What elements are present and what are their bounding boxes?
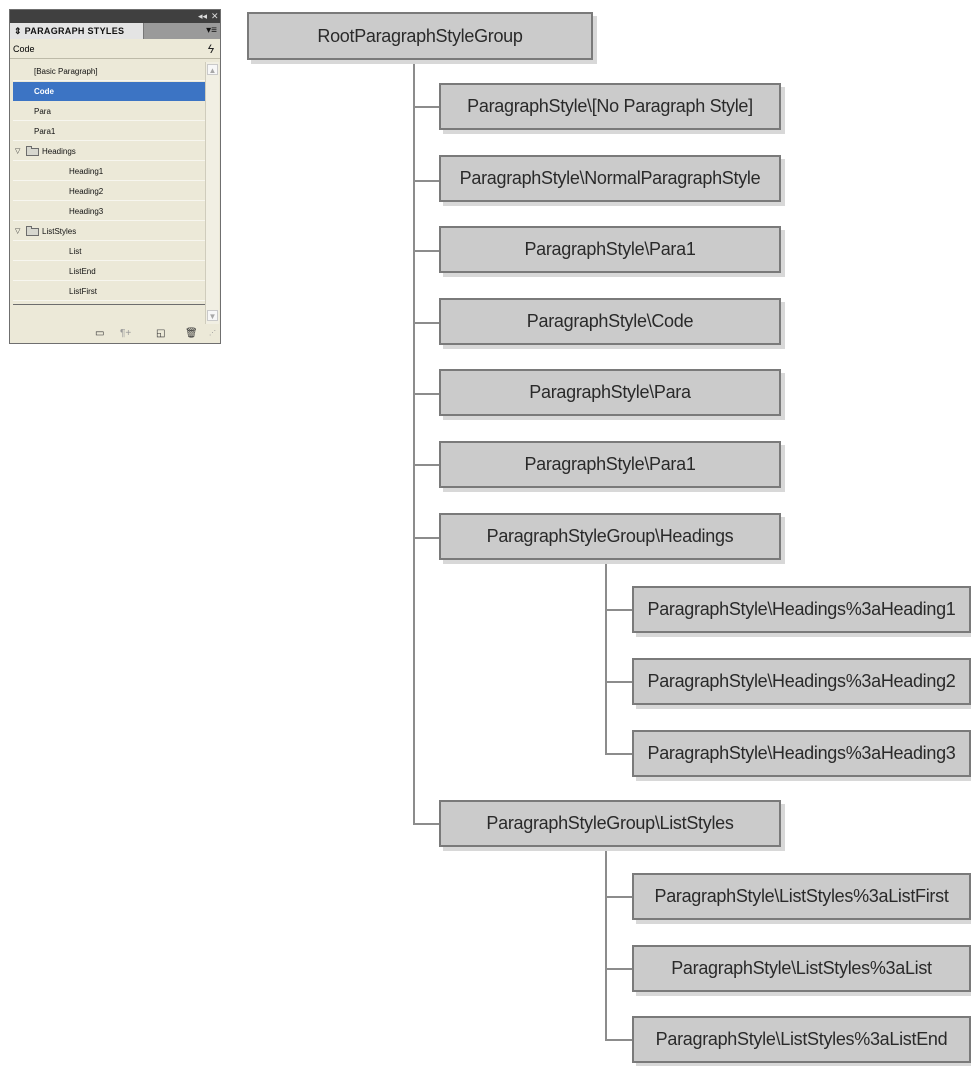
style-group-row[interactable]: ▽ Headings [13,142,205,161]
panel-footer: ▭ ¶+ ◱ 🗑 ⋰ [10,325,220,343]
connector-line [605,896,632,898]
tree-node: ParagraphStyle\Para1 [439,226,781,273]
connector-line [605,968,632,970]
tree-node: ParagraphStyle\ListStyles%3aListEnd [632,1016,971,1063]
style-item-label: ListEnd [69,267,96,276]
folder-icon [26,146,39,156]
tree-node-root: RootParagraphStyleGroup [247,12,593,60]
style-item-label: Headings [42,147,76,156]
connector-line [413,250,440,252]
tree-node: ParagraphStyle\ListStyles%3aListFirst [632,873,971,920]
style-item-label: ListFirst [69,287,97,296]
scroll-up-icon[interactable]: ▲ [207,64,218,75]
style-item-label: Heading3 [69,207,104,216]
clear-overrides-icon[interactable]: ¶+ [120,327,131,341]
style-item-label: ListStyles [42,227,77,236]
resize-grip-icon[interactable]: ⋰ [209,327,216,341]
scrollbar[interactable]: ▲ ▼ [205,62,219,324]
connector-line [413,537,440,539]
tree-node: ParagraphStyle\Headings%3aHeading2 [632,658,971,705]
new-group-icon[interactable]: ▭ [95,327,104,341]
tree-node: ParagraphStyle\Code [439,298,781,345]
panel-menu-icon[interactable]: ▾≡ [206,24,217,38]
delete-icon[interactable]: 🗑 [185,327,198,341]
panel-title-bar: ◂◂ ✕ [10,10,220,23]
style-list-item[interactable]: Heading2 [13,182,205,201]
tree-node: ParagraphStyle\[No Paragraph Style] [439,83,781,130]
connector-line [413,464,440,466]
tree-node-group: ParagraphStyleGroup\ListStyles [439,800,781,847]
connector-line [413,106,440,108]
headings-trunk-line [605,562,607,755]
tree-node-group: ParagraphStyleGroup\Headings [439,513,781,560]
connector-line [413,393,440,395]
connector-line [605,609,632,611]
liststyles-trunk-line [605,848,607,1041]
scroll-down-icon[interactable]: ▼ [207,310,218,321]
tree-node: ParagraphStyle\Para [439,369,781,416]
style-item-label: [Basic Paragraph] [34,67,98,76]
style-item-label: Para [34,107,51,116]
close-panel-icon[interactable]: ✕ [211,10,219,23]
style-item-label: Heading1 [69,167,104,176]
style-group-row[interactable]: ▽ ListStyles [13,222,205,241]
connector-line [605,753,632,755]
connector-line [413,180,440,182]
new-style-icon[interactable]: ◱ [156,327,165,341]
style-list-item[interactable]: Heading1 [13,162,205,181]
tree-node: ParagraphStyle\ListStyles%3aList [632,945,971,992]
paragraph-styles-panel: ◂◂ ✕ ⇕ PARAGRAPH STYLES ▾≡ Code ϟ [Basic… [9,9,221,344]
connector-line [413,322,440,324]
style-list-item[interactable]: Code [13,82,205,101]
style-list: [Basic Paragraph] Code Para Para1 ▽ Headings H… [13,62,205,302]
style-list-item[interactable]: [Basic Paragraph] [13,62,205,81]
panel-tab-row: ⇕ PARAGRAPH STYLES ▾≡ [10,23,220,39]
root-trunk-line [413,58,415,824]
connector-line [605,1039,632,1041]
lightning-bolt-icon[interactable]: ϟ [208,39,214,59]
style-list-item[interactable]: ListEnd [13,262,205,281]
style-item-label: Code [34,87,54,96]
style-item-label: Para1 [34,127,56,136]
style-item-label: Heading2 [69,187,104,196]
style-list-item[interactable]: Heading3 [13,202,205,221]
connector-line [413,823,440,825]
disclosure-triangle-icon[interactable]: ▽ [15,142,20,161]
style-list-item[interactable]: ListFirst [13,282,205,301]
list-divider [13,304,205,305]
collapse-panel-icon[interactable]: ◂◂ [198,10,207,23]
tree-node: ParagraphStyle\NormalParagraphStyle [439,155,781,202]
tree-node: ParagraphStyle\Headings%3aHeading1 [632,586,971,633]
disclosure-triangle-icon[interactable]: ▽ [15,222,20,241]
style-list-item[interactable]: Para [13,102,205,121]
style-list-item[interactable]: Para1 [13,122,205,141]
connector-line [605,681,632,683]
style-item-label: List [69,247,82,256]
tab-arrows-icon: ⇕ [14,26,25,36]
tree-node: ParagraphStyle\Headings%3aHeading3 [632,730,971,777]
tab-paragraph-styles[interactable]: ⇕ PARAGRAPH STYLES [10,23,144,39]
panel-title: PARAGRAPH STYLES [24,26,125,36]
folder-icon [26,226,39,236]
style-list-item[interactable]: List [13,242,205,261]
current-style-name: Code [13,44,35,54]
current-style-bar: Code ϟ [10,39,220,59]
tree-node: ParagraphStyle\Para1 [439,441,781,488]
